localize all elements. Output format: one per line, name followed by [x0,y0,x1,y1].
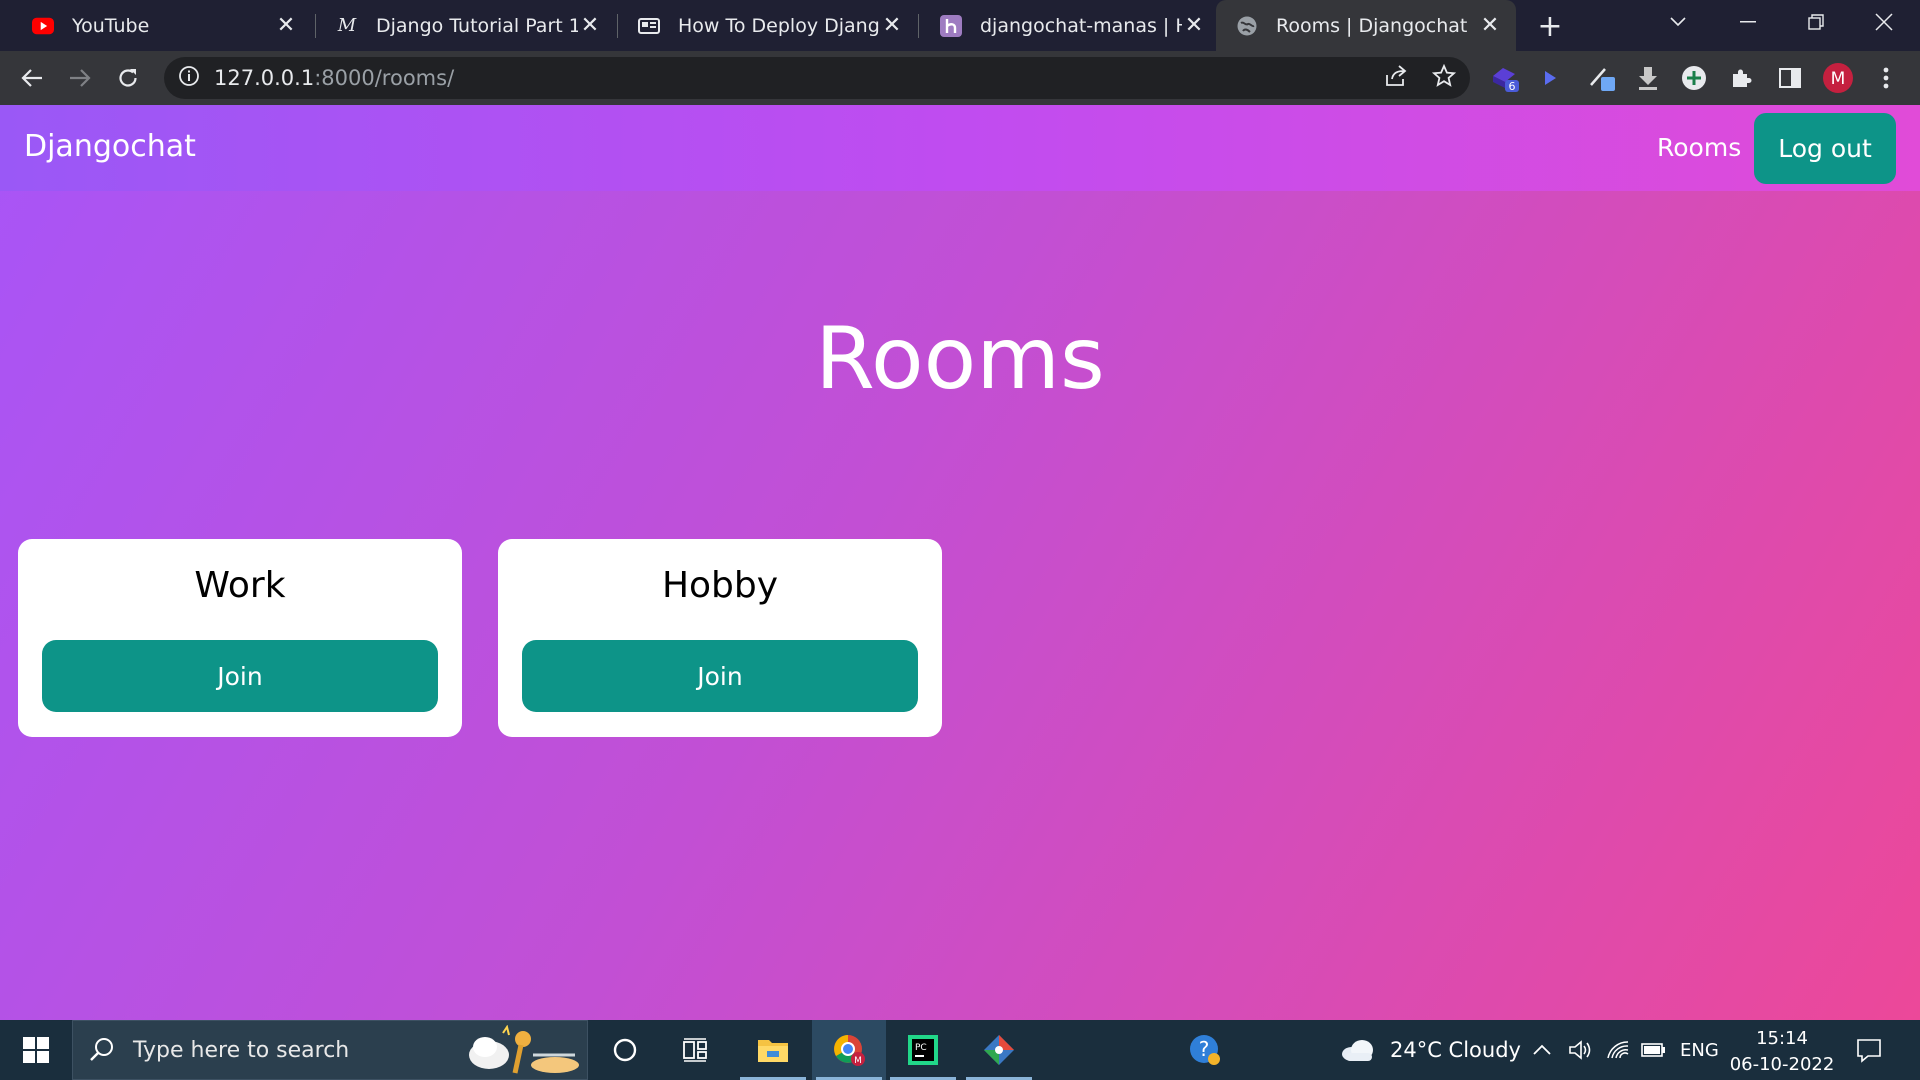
close-window-icon[interactable] [1854,0,1914,44]
tab-search-icon[interactable] [1648,0,1708,44]
bookmark-star-icon[interactable] [1431,63,1457,92]
taskbar-search-box[interactable]: Type here to search [72,1020,588,1080]
browser-menu-icon[interactable] [1868,60,1904,96]
nav-rooms-link[interactable]: Rooms [1657,133,1741,162]
profile-initial: M [1831,69,1846,89]
play-extension-icon[interactable] [1532,60,1568,96]
tab-title: YouTube [72,14,150,37]
url-text[interactable]: 127.0.0.1:8000/rooms/ [214,66,454,90]
tab-deploy-django[interactable]: How To Deploy Django A ✕ [618,0,918,51]
add-extension-icon[interactable] [1676,60,1712,96]
share-icon[interactable] [1384,65,1408,91]
tab-rooms-djangochat[interactable]: Rooms | Djangochat ✕ [1216,0,1516,51]
site-navbar: Djangochat Rooms Log out [0,105,1920,191]
battery-icon[interactable] [1640,1020,1666,1080]
close-tab-icon[interactable]: ✕ [274,13,298,38]
new-tab-button[interactable]: + [1534,9,1566,44]
reload-icon[interactable] [110,60,146,96]
search-icon [89,1037,115,1067]
tab-heroku[interactable]: djangochat-manas | Hero ✕ [920,0,1220,51]
site-brand[interactable]: Djangochat [24,129,196,164]
tab-youtube[interactable]: YouTube ✕ [12,0,312,51]
site-info-icon[interactable] [178,65,200,91]
globe-icon [1236,15,1258,37]
address-bar[interactable]: 127.0.0.1:8000/rooms/ [164,57,1470,99]
git-gui-icon[interactable] [962,1020,1036,1080]
tab-title: Rooms | Djangochat [1276,14,1468,37]
clock-date: 06-10-2022 [1729,1054,1835,1075]
file-explorer-icon[interactable] [736,1020,810,1080]
tab-title: djangochat-manas | Hero [980,14,1182,37]
notifications-icon[interactable] [1856,1020,1882,1080]
page-content: Djangochat Rooms Log out Rooms Work Join… [0,105,1920,1020]
weather-text: 24°C Cloudy [1390,1038,1521,1062]
search-highlight-illustration-icon [463,1024,581,1080]
download-extension-icon[interactable] [1630,60,1666,96]
system-clock[interactable]: 15:14 06-10-2022 [1724,1026,1840,1078]
browser-toolbar: 127.0.0.1:8000/rooms/ 6 M [0,51,1920,105]
join-room-button[interactable]: Join [42,640,438,712]
tab-title: How To Deploy Django A [678,14,880,37]
article-icon [638,15,660,37]
url-host: 127.0.0.1 [214,66,315,90]
medium-icon: M [337,15,357,36]
cloud-icon [1342,1040,1373,1061]
minimize-icon[interactable] [1718,0,1778,44]
wifi-icon[interactable] [1606,1020,1630,1080]
restore-icon[interactable] [1786,0,1846,44]
room-name: Work [194,565,286,606]
task-view-icon[interactable] [660,1020,734,1080]
profile-avatar[interactable]: M [1820,60,1856,96]
show-hidden-icons-icon[interactable] [1532,1020,1552,1080]
join-room-button[interactable]: Join [522,640,918,712]
page-title: Rooms [815,309,1105,409]
youtube-icon [32,15,54,37]
extension-stack-icon[interactable]: 6 [1488,60,1524,96]
chrome-taskbar-icon[interactable]: M [812,1020,886,1080]
forward-icon[interactable] [62,60,98,96]
room-card-hobby: Hobby Join [498,539,942,737]
input-language[interactable]: ENG [1680,1020,1719,1080]
windows-taskbar: Type here to search M PC ? 24°C Cloudy E… [0,1020,1920,1080]
help-icon[interactable]: ? [1168,1020,1242,1080]
search-placeholder: Type here to search [133,1037,350,1063]
logout-button[interactable]: Log out [1754,113,1896,184]
room-card-work: Work Join [18,539,462,737]
heroku-icon [940,14,962,37]
close-tab-icon[interactable]: ✕ [880,13,904,38]
svg-text:M: M [854,1056,862,1066]
pycharm-icon[interactable]: PC [886,1020,960,1080]
tab-django-tutorial[interactable]: M Django Tutorial Part 11: D ✕ [316,0,616,51]
svg-text:PC: PC [915,1043,927,1053]
clock-time: 15:14 [1756,1028,1808,1049]
tab-title: Django Tutorial Part 11: D [376,14,578,37]
tab-strip: YouTube ✕ M Django Tutorial Part 11: D ✕… [0,0,1920,51]
side-panel-icon[interactable] [1772,60,1808,96]
svg-text:?: ? [1199,1037,1210,1061]
color-picker-icon[interactable] [1584,60,1620,96]
room-name: Hobby [661,565,779,606]
close-tab-icon[interactable]: ✕ [578,13,602,38]
start-button[interactable] [0,1020,72,1080]
tab-separator [918,14,919,38]
url-path: :8000/rooms/ [314,66,455,90]
close-tab-icon[interactable]: ✕ [1182,13,1206,38]
close-tab-icon[interactable]: ✕ [1478,13,1502,38]
windows-logo-icon [23,1037,49,1063]
weather-widget[interactable]: 24°C Cloudy [1340,1020,1521,1080]
volume-icon[interactable] [1568,1020,1592,1080]
extension-badge-count: 6 [1509,80,1516,93]
cortana-icon[interactable] [588,1020,662,1080]
back-icon[interactable] [14,60,50,96]
extensions-puzzle-icon[interactable] [1724,60,1760,96]
